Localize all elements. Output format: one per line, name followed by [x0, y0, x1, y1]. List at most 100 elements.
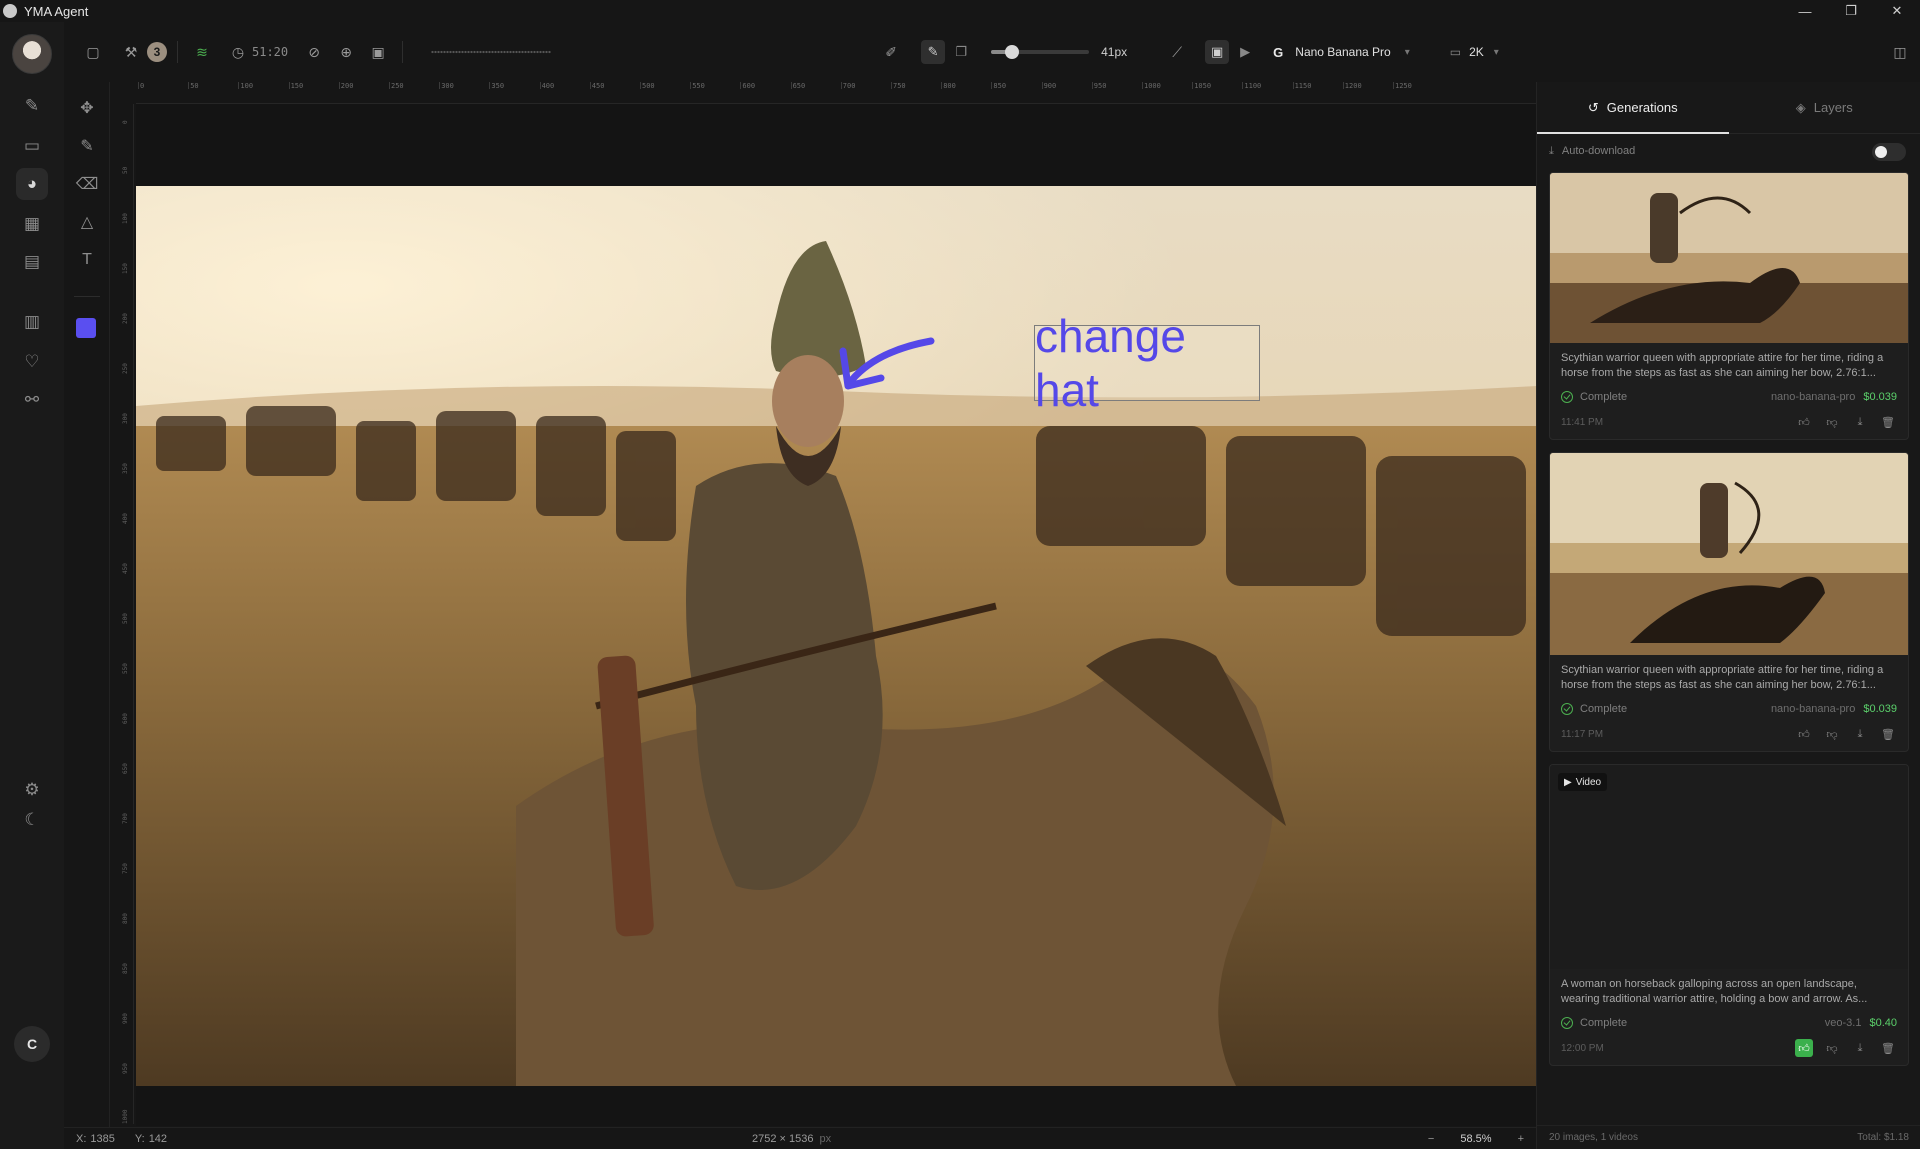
- auto-download-label: Auto-download: [1561, 145, 1636, 157]
- ruler-tick: 900: [122, 1013, 129, 1024]
- ruler-tick: 850: [991, 82, 1007, 90]
- zoom-out-button[interactable]: −: [1428, 1133, 1434, 1145]
- coord-y-label: Y:: [134, 1132, 145, 1145]
- ruler-tick: 0: [137, 82, 145, 90]
- annotation-text[interactable]: change hat: [1034, 310, 1260, 416]
- text-tool-icon[interactable]: T: [73, 246, 101, 274]
- video-badge: ▶ Video: [1558, 773, 1608, 791]
- mic-off-icon[interactable]: ⊘: [300, 38, 328, 66]
- status-complete: Complete: [1561, 391, 1627, 403]
- thumbs-down-icon[interactable]: 👎︎: [1823, 1039, 1841, 1057]
- user-initial-button[interactable]: C: [14, 1026, 50, 1062]
- image-icon[interactable]: ▣: [364, 38, 392, 66]
- analytics-icon[interactable]: ▥: [16, 306, 48, 338]
- globe-icon[interactable]: ⊕: [332, 38, 360, 66]
- generations-list: Scythian warrior queen with appropriate …: [1549, 172, 1909, 1078]
- ruler-tick: 1250: [1393, 82, 1412, 90]
- chat-icon[interactable]: ▭: [16, 130, 48, 162]
- ruler-tick: 200: [338, 82, 354, 90]
- ruler-tick: 300: [439, 82, 454, 90]
- download-icon[interactable]: ⤓: [1851, 725, 1869, 743]
- image-mode-button[interactable]: ▣: [1205, 40, 1230, 64]
- canvas-image[interactable]: change hat: [136, 186, 1536, 1086]
- wrench-icon[interactable]: ⚒: [117, 38, 145, 66]
- canvas[interactable]: change hat: [136, 104, 1536, 1126]
- calendar-icon[interactable]: ▦: [16, 208, 48, 240]
- trash-icon[interactable]: 🗑︎: [1879, 725, 1897, 743]
- move-icon[interactable]: ✥: [73, 94, 101, 122]
- close-button[interactable]: ✕: [1874, 0, 1920, 22]
- draw-mode-button[interactable]: ✎: [921, 40, 946, 64]
- tab-generations[interactable]: ↺ Generations: [1537, 82, 1729, 133]
- download-icon[interactable]: ⤓: [1851, 1039, 1869, 1057]
- thumbs-down-icon[interactable]: 👎︎: [1823, 413, 1841, 431]
- ruler-tick: 400: [539, 82, 555, 90]
- brush-size-value: 41px: [1101, 45, 1128, 59]
- brush-tool-icon[interactable]: ✎: [73, 132, 101, 160]
- generation-card[interactable]: ▶ Video A woman on horseback galloping a…: [1549, 764, 1909, 1066]
- ruler-tick: 950: [122, 1063, 129, 1074]
- restore-button[interactable]: ❐: [1828, 0, 1874, 22]
- panel-toggle-icon[interactable]: ◫: [1886, 38, 1914, 66]
- divider: [74, 296, 100, 297]
- title-bar: YMA Agent — ❐ ✕: [0, 0, 1920, 22]
- trash-icon[interactable]: 🗑︎: [1879, 413, 1897, 431]
- status-text: Complete: [1580, 391, 1628, 403]
- video-thumbnail[interactable]: ▶ Video: [1550, 765, 1908, 969]
- copy-mode-button[interactable]: ❐: [949, 40, 973, 64]
- settings-icon[interactable]: ⚙: [16, 774, 48, 806]
- zoom-in-button[interactable]: +: [1518, 1133, 1524, 1145]
- minimize-button[interactable]: —: [1782, 0, 1828, 22]
- theme-icon[interactable]: ☾: [16, 804, 48, 836]
- ruler-tick: 700: [122, 813, 129, 824]
- eraser-icon[interactable]: ⌫: [73, 170, 101, 198]
- clock-icon: ◷: [231, 43, 245, 60]
- org-chart-icon[interactable]: ⚯: [16, 384, 48, 416]
- monitor-icon: ▭: [1449, 45, 1462, 59]
- resolution-select[interactable]: ▭ 2K ▾: [1450, 45, 1499, 59]
- brush-size-slider[interactable]: [991, 45, 1090, 59]
- thumbs-down-icon[interactable]: 👎︎: [1823, 725, 1841, 743]
- scene-illustration: [136, 186, 1536, 1086]
- heart-icon[interactable]: ♡: [16, 346, 48, 378]
- tab-layers[interactable]: ◈ Layers: [1729, 82, 1920, 133]
- video-mode-button[interactable]: ▶: [1233, 40, 1257, 64]
- color-swatch[interactable]: [76, 318, 96, 338]
- timestamp: 11:17 PM: [1561, 728, 1604, 740]
- card-actions: 👍︎ 👎︎ ⤓ 🗑︎: [1795, 413, 1897, 431]
- sidebar-toggle-icon[interactable]: ▢: [79, 38, 107, 66]
- trash-icon[interactable]: 🗑︎: [1879, 1039, 1897, 1057]
- ruler-tick: 500: [640, 82, 655, 90]
- edit-icon[interactable]: ✎: [16, 90, 48, 122]
- magic-wand-icon[interactable]: ⟋: [1163, 38, 1191, 66]
- ruler-tick: 350: [122, 463, 129, 474]
- auto-download-toggle[interactable]: [1872, 143, 1906, 161]
- generation-card[interactable]: Scythian warrior queen with appropriate …: [1549, 172, 1909, 440]
- thumbs-up-icon[interactable]: 👍︎: [1795, 725, 1813, 743]
- palette-icon[interactable]: ◕: [16, 168, 48, 200]
- price: $0.039: [1863, 703, 1897, 715]
- brush-icon[interactable]: ✐: [877, 38, 905, 66]
- shapes-icon[interactable]: △: [73, 208, 101, 236]
- ruler-tick: 250: [122, 363, 129, 374]
- avatar[interactable]: [12, 34, 52, 74]
- window-controls: — ❐ ✕: [1782, 0, 1920, 22]
- auto-download-row: ⤓ Auto-download: [1537, 134, 1920, 168]
- status-bar: X: 1385 Y: 142 2752 × 1536 px − 58.5% +: [64, 1127, 1536, 1149]
- generation-thumbnail[interactable]: [1550, 173, 1908, 343]
- download-icon[interactable]: ⤓: [1851, 413, 1869, 431]
- ruler-tick: 500: [122, 613, 129, 624]
- slider-knob[interactable]: [1005, 45, 1020, 59]
- ruler-tick: 650: [790, 82, 806, 90]
- layers-icon: ◈: [1795, 99, 1806, 115]
- thumbs-up-icon[interactable]: 👍︎: [1795, 413, 1813, 431]
- thumbs-up-icon[interactable]: 👍︎: [1795, 1039, 1813, 1057]
- generation-card[interactable]: Scythian warrior queen with appropriate …: [1549, 452, 1909, 752]
- ruler-tick: 300: [122, 413, 129, 424]
- generation-thumbnail[interactable]: [1550, 453, 1908, 655]
- clipboard-icon[interactable]: ▤: [16, 246, 48, 278]
- chevron-down-icon: ▾: [1404, 46, 1410, 58]
- model-select[interactable]: G Nano Banana Pro ▾: [1273, 45, 1410, 60]
- card-status-row: Complete veo-3.1 $0.40: [1561, 1017, 1897, 1029]
- ruler-tick: 100: [122, 213, 129, 224]
